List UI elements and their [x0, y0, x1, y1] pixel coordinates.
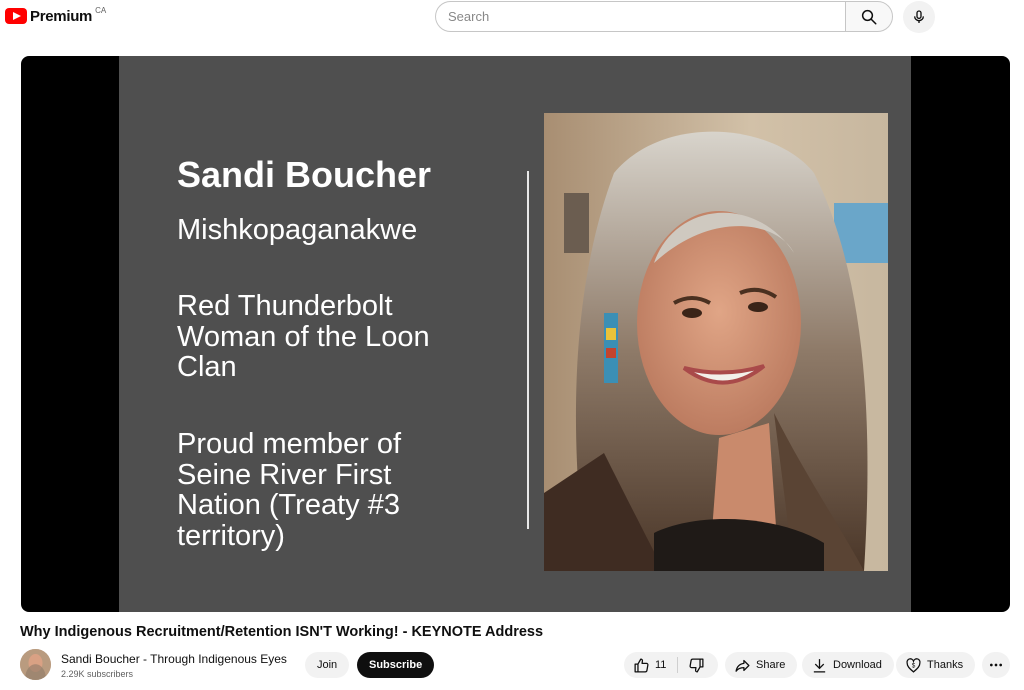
logo-text: Premium [30, 8, 93, 25]
top-bar: Premium CA [0, 0, 1024, 36]
search-icon [861, 9, 877, 24]
thanks-label: Thanks [927, 659, 964, 671]
slide-line: Proud member of [177, 428, 402, 460]
slide-line: Nation (Treaty #3 [177, 489, 400, 521]
voice-search-button[interactable] [903, 1, 935, 33]
subscribe-button[interactable]: Subscribe [357, 652, 435, 678]
youtube-premium-logo[interactable]: Premium CA [5, 6, 106, 25]
dislike-button[interactable] [678, 652, 705, 678]
speaker-photo [544, 113, 888, 571]
thanks-icon: $ [906, 657, 921, 673]
search-input[interactable] [435, 1, 845, 32]
search-bar [435, 1, 893, 32]
like-dislike-group: 11 [624, 652, 718, 678]
svg-text:$: $ [912, 662, 916, 669]
slide-clan-block: Red Thunderbolt Woman of the Loon Clan [177, 291, 430, 383]
search-button[interactable] [845, 1, 893, 32]
thumbs-up-icon [634, 657, 649, 673]
slide-line: Seine River First [177, 458, 392, 491]
video-player[interactable]: Sandi Boucher Mishkopaganakwe Red Thunde… [21, 56, 1010, 612]
slide-name: Sandi Boucher [177, 154, 432, 195]
more-icon [990, 663, 1002, 667]
channel-avatar[interactable] [20, 649, 51, 680]
thumbs-down-icon [689, 657, 704, 673]
thanks-button[interactable]: $ Thanks [896, 652, 976, 678]
slide-line: Clan [177, 351, 237, 383]
presentation-slide: Sandi Boucher Mishkopaganakwe Red Thunde… [119, 56, 911, 612]
download-label: Download [833, 659, 882, 671]
slide-line: territory) [177, 519, 285, 552]
youtube-logo-icon [5, 8, 27, 24]
download-icon [813, 658, 826, 673]
mic-icon [914, 10, 924, 23]
channel-name[interactable]: Sandi Boucher - Through Indigenous Eyes [61, 652, 287, 666]
slide-divider [527, 171, 529, 529]
share-icon [735, 659, 750, 672]
like-button[interactable]: 11 [624, 652, 666, 678]
more-actions-button[interactable] [982, 652, 1010, 678]
country-code: CA [95, 6, 107, 15]
subscriber-count: 2.29K subscribers [61, 669, 134, 679]
download-button[interactable]: Download [802, 652, 894, 678]
share-button[interactable]: Share [725, 652, 798, 678]
share-label: Share [756, 659, 786, 671]
slide-nation-block: Proud member of Seine River First Nation… [177, 429, 401, 551]
like-count: 11 [655, 659, 667, 671]
slide-subtitle: Mishkopaganakwe [177, 214, 418, 246]
slide-line: Woman of the Loon [177, 320, 430, 353]
join-button[interactable]: Join [305, 652, 350, 678]
slide-line: Red Thunderbolt [177, 290, 393, 322]
video-title: Why Indigenous Recruitment/Retention ISN… [20, 624, 544, 640]
